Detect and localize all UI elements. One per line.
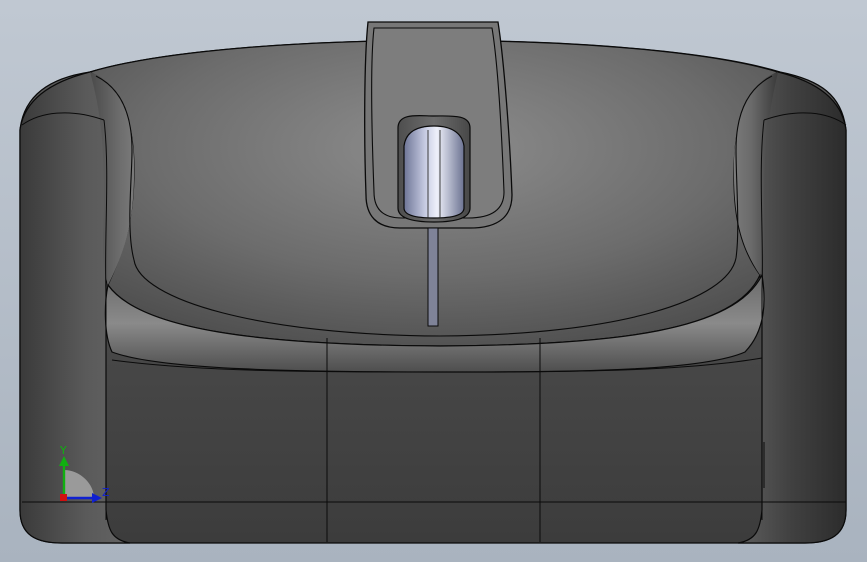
button-split-stem (427, 227, 439, 327)
cad-viewport[interactable]: Y Z (0, 0, 867, 562)
triad-z-label: Z (102, 486, 110, 499)
mouse-model[interactable]: Y Z (0, 0, 867, 562)
scroll-wheel (403, 125, 465, 219)
triad-x-origin (60, 494, 67, 501)
triad-y-label: Y (59, 444, 67, 457)
